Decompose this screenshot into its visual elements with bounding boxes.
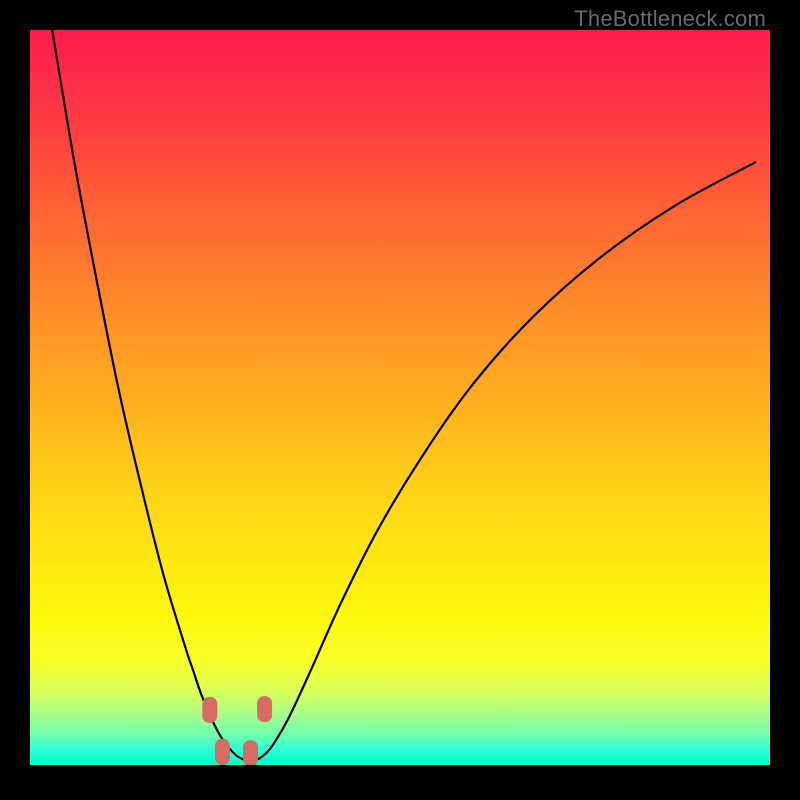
marker-dot bbox=[243, 740, 258, 765]
curve-svg bbox=[30, 30, 770, 765]
watermark-text: TheBottleneck.com bbox=[574, 6, 766, 32]
curve-left-branch bbox=[52, 30, 252, 761]
curve-right-branch bbox=[252, 162, 755, 761]
marker-dot bbox=[202, 697, 217, 723]
marker-dot bbox=[257, 696, 272, 722]
marker-dot bbox=[215, 739, 230, 765]
plot-area bbox=[30, 30, 770, 765]
chart-frame: TheBottleneck.com bbox=[0, 0, 800, 800]
curve-markers bbox=[202, 696, 272, 765]
